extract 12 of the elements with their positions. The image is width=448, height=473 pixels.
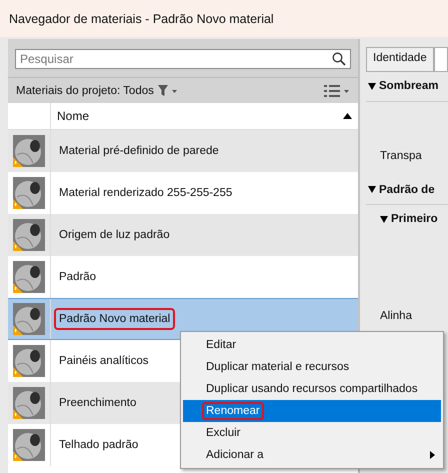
material-name: Preenchimento <box>58 396 138 411</box>
material-name: Padrão <box>58 270 98 285</box>
material-name: Material pré-definido de parede <box>58 144 220 159</box>
filter-label: Materiais do projeto: Todos <box>16 84 154 96</box>
material-name: Painéis analíticos <box>58 354 150 369</box>
material-name: Padrão Novo material <box>54 308 176 330</box>
material-name: Telhado padrão <box>58 438 140 453</box>
material-name: Origem de luz padrão <box>58 228 171 243</box>
window-title: Navegador de materiais - Padrão Novo material <box>9 12 274 26</box>
material-name: Material renderizado 255-255-255 <box>58 186 234 201</box>
property-label: Alinha <box>380 310 412 322</box>
property-label: Transpa <box>380 150 422 162</box>
